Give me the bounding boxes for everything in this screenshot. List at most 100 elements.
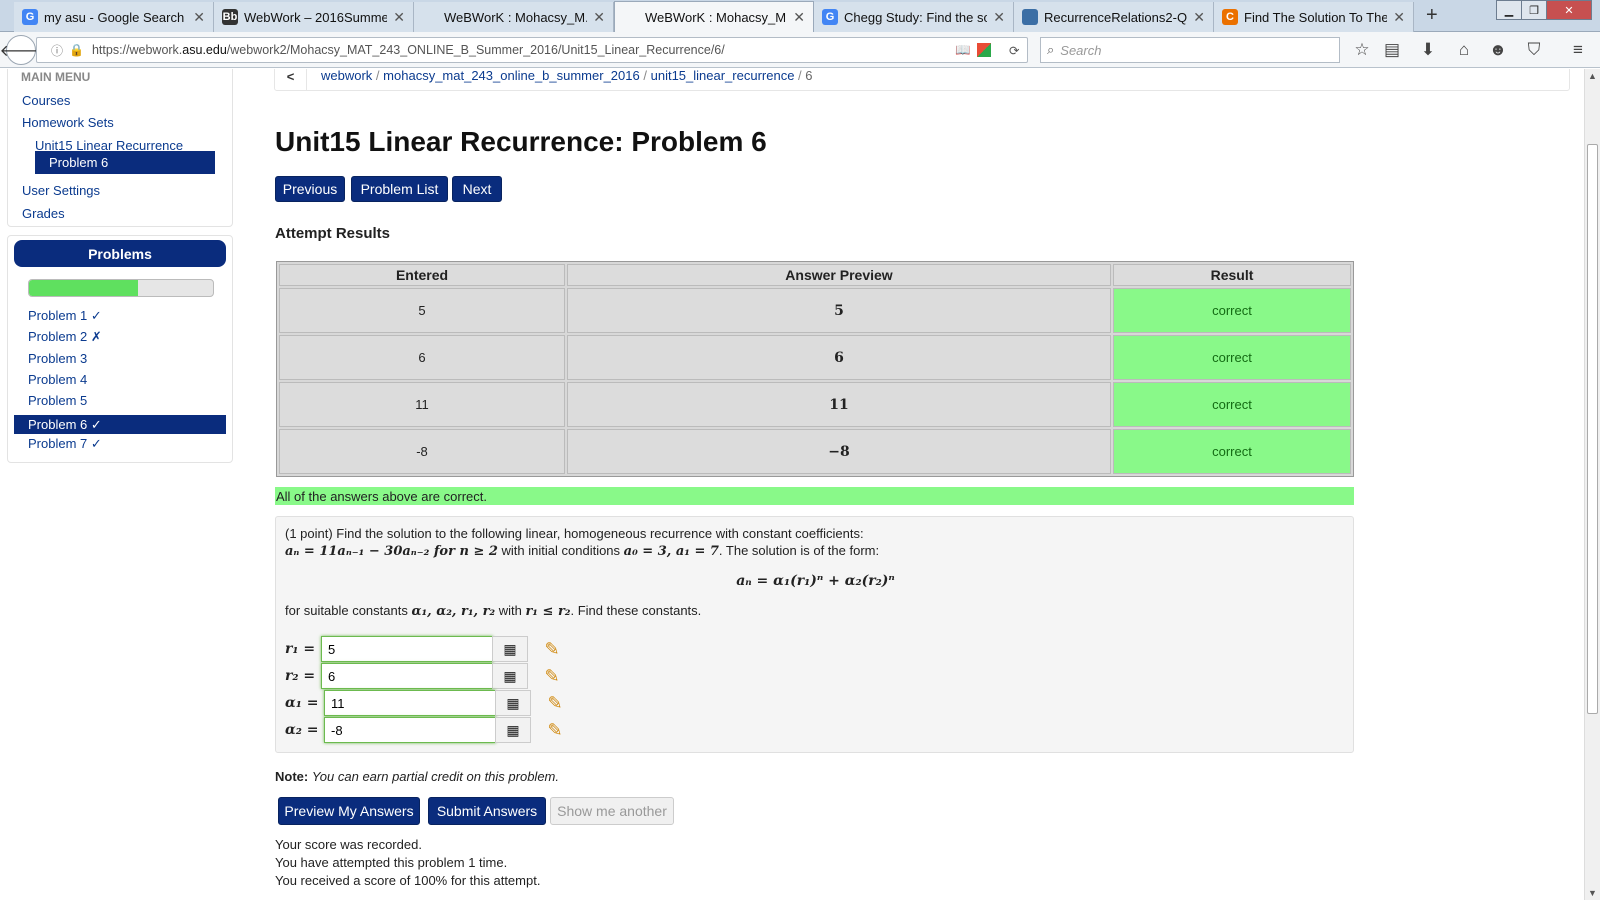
browser-tab[interactable]: WeBWorK : Mohacsy_M... ✕	[614, 1, 814, 33]
sidebar-item-grades[interactable]: Grades	[22, 206, 65, 221]
equation-editor-icon[interactable]: ▦	[492, 636, 528, 662]
close-tab-icon[interactable]: ✕	[993, 9, 1005, 26]
problem-list-item-2[interactable]: Problem 2 ✗	[28, 329, 102, 345]
close-tab-icon[interactable]: ✕	[393, 9, 405, 26]
restore-icon[interactable]: ❐	[1521, 0, 1547, 20]
scroll-up-icon[interactable]: ▲	[1588, 71, 1597, 81]
show-me-another-button[interactable]: Show me another	[550, 797, 674, 825]
close-tab-icon[interactable]: ✕	[793, 9, 805, 26]
answer-row: α₁ = ▦ ✎	[285, 689, 567, 717]
problem-list-button[interactable]: Problem List	[351, 176, 448, 202]
url-bar[interactable]: ⓘ 🔒 https://webwork. asu.edu/webwork2/Moh…	[36, 37, 1028, 63]
with-text: with	[495, 603, 526, 618]
problem-list-item-3[interactable]: Problem 3	[28, 351, 87, 366]
sidebar-item-homework-sets[interactable]: Homework Sets	[22, 115, 114, 130]
download-icon[interactable]: ⬇	[1418, 40, 1438, 60]
reload-icon[interactable]: ⟳	[1009, 43, 1019, 58]
cell-result: correct	[1113, 288, 1351, 333]
previous-button[interactable]: Previous	[275, 176, 345, 202]
answer-input[interactable]	[321, 663, 493, 689]
submit-answers-button[interactable]: Submit Answers	[428, 797, 546, 825]
close-tab-icon[interactable]: ✕	[593, 9, 605, 26]
problem-list-item-4[interactable]: Problem 4	[28, 372, 87, 387]
sidebar-item-user-settings[interactable]: User Settings	[22, 183, 100, 198]
sidebar-item-courses[interactable]: Courses	[22, 93, 70, 108]
equation-editor-icon[interactable]: ▦	[495, 690, 531, 716]
close-window-icon[interactable]: ✕	[1546, 0, 1592, 20]
breadcrumb: < webwork / mohacsy_mat_243_online_b_sum…	[274, 69, 1570, 91]
pencil-icon[interactable]: ✎	[540, 638, 564, 660]
attempt-results-table: Entered Answer Preview Result 5 5 correct 6…	[276, 261, 1354, 477]
problem-list-item-5[interactable]: Problem 5	[28, 393, 87, 408]
google-icon: G	[822, 9, 838, 25]
browser-tab-title: WeBWorK : Mohacsy_M...	[645, 10, 788, 25]
scroll-down-icon[interactable]: ▼	[1588, 888, 1597, 898]
score-line-recorded: Your score was recorded.	[275, 837, 422, 852]
cell-preview: −8	[567, 429, 1111, 474]
header-result: Result	[1113, 264, 1351, 286]
new-tab-icon[interactable]: +	[1426, 4, 1438, 27]
search-input[interactable]: ⌕ Search	[1040, 37, 1340, 63]
answer-input[interactable]	[324, 690, 496, 716]
pencil-icon[interactable]: ✎	[543, 692, 567, 714]
browser-tab[interactable]: WeBWorK : Mohacsy_M... ✕	[414, 2, 614, 32]
pencil-icon[interactable]: ✎	[540, 665, 564, 687]
pencil-icon[interactable]: ✎	[543, 719, 567, 741]
answer-input[interactable]	[321, 636, 493, 662]
cell-entered: 6	[279, 335, 565, 380]
url-path: /webwork2/Mohacsy_MAT_243_ONLINE_B_Summe…	[226, 43, 725, 57]
find-text: . Find these constants.	[570, 603, 702, 618]
bookmark-star-icon[interactable]: ☆	[1352, 40, 1372, 60]
chat-icon[interactable]: ☻	[1488, 40, 1508, 60]
equation-editor-icon[interactable]: ▦	[495, 717, 531, 743]
scrollbar-thumb[interactable]	[1587, 144, 1598, 714]
extension-icon[interactable]	[977, 43, 991, 57]
answer-label: r₂ =	[285, 668, 316, 684]
answer-input[interactable]	[324, 717, 496, 743]
search-placeholder: Search	[1060, 42, 1102, 58]
browser-tab[interactable]: Gmy asu - Google Search ✕	[14, 2, 214, 32]
close-tab-icon[interactable]: ✕	[193, 9, 205, 26]
browser-tab[interactable]: C Find The Solution To The... ✕	[1214, 2, 1414, 32]
browser-tab[interactable]: RecurrenceRelations2-Q... ✕	[1014, 2, 1214, 32]
hamburger-menu-icon[interactable]: ≡	[1568, 40, 1588, 60]
equation-editor-icon[interactable]: ▦	[492, 663, 528, 689]
chegg-icon: C	[1222, 9, 1238, 25]
cell-result: correct	[1113, 335, 1351, 380]
close-tab-icon[interactable]: ✕	[1193, 9, 1205, 26]
blackboard-icon: Bb	[222, 9, 238, 25]
next-button[interactable]: Next	[452, 176, 502, 202]
reader-view-icon[interactable]: 📖	[955, 43, 971, 58]
browser-tab-title: Find The Solution To The...	[1244, 9, 1388, 25]
table-row: -8 −8 correct	[279, 429, 1351, 474]
info-icon[interactable]: ⓘ	[51, 42, 63, 59]
breadcrumb-link-set[interactable]: unit15_linear_recurrence	[651, 69, 795, 83]
home-icon[interactable]: ⌂	[1454, 40, 1474, 60]
preview-answers-button[interactable]: Preview My Answers	[278, 797, 420, 825]
pocket-icon[interactable]: ⛉	[1524, 40, 1544, 60]
browser-tab[interactable]: G Chegg Study: Find the so... ✕	[814, 2, 1014, 32]
sidebar-item-problem-6[interactable]: Problem 6	[35, 151, 215, 174]
page-scrollbar[interactable]: ▲ ▼	[1584, 69, 1600, 900]
constraint: r₁ ≤ r₂	[525, 604, 571, 619]
problem-list-item-6[interactable]: Problem 6 ✓	[14, 414, 226, 434]
page-title: Unit15 Linear Recurrence: Problem 6	[275, 126, 767, 157]
note-text: You can earn partial credit on this prob…	[311, 769, 559, 784]
close-tab-icon[interactable]: ✕	[1393, 9, 1405, 26]
problem-list-item-7[interactable]: Problem 7 ✓	[28, 436, 102, 452]
minimize-icon[interactable]: ▁	[1496, 0, 1522, 20]
solution-form-formula: aₙ = α₁(r₁)ⁿ + α₂(r₂)ⁿ	[736, 573, 895, 589]
back-icon[interactable]: 🡐	[0, 35, 42, 65]
browser-tab[interactable]: Bb WebWork – 2016Summer... ✕	[214, 2, 414, 32]
breadcrumb-link-course[interactable]: mohacsy_mat_243_online_b_summer_2016	[383, 69, 640, 83]
browser-tab-title: Chegg Study: Find the so...	[844, 9, 988, 25]
reading-list-icon[interactable]: ▤	[1382, 40, 1402, 60]
note-label: Note:	[275, 769, 309, 784]
problem-list-item-1[interactable]: Problem 1 ✓	[28, 308, 102, 324]
answer-label: r₁ =	[285, 641, 316, 657]
breadcrumb-back-button[interactable]: <	[275, 69, 307, 90]
header-entered: Entered	[279, 264, 565, 286]
breadcrumb-link-webwork[interactable]: webwork	[321, 69, 372, 83]
cell-preview: 6	[567, 335, 1111, 380]
all-correct-banner: All of the answers above are correct.	[275, 487, 1354, 505]
